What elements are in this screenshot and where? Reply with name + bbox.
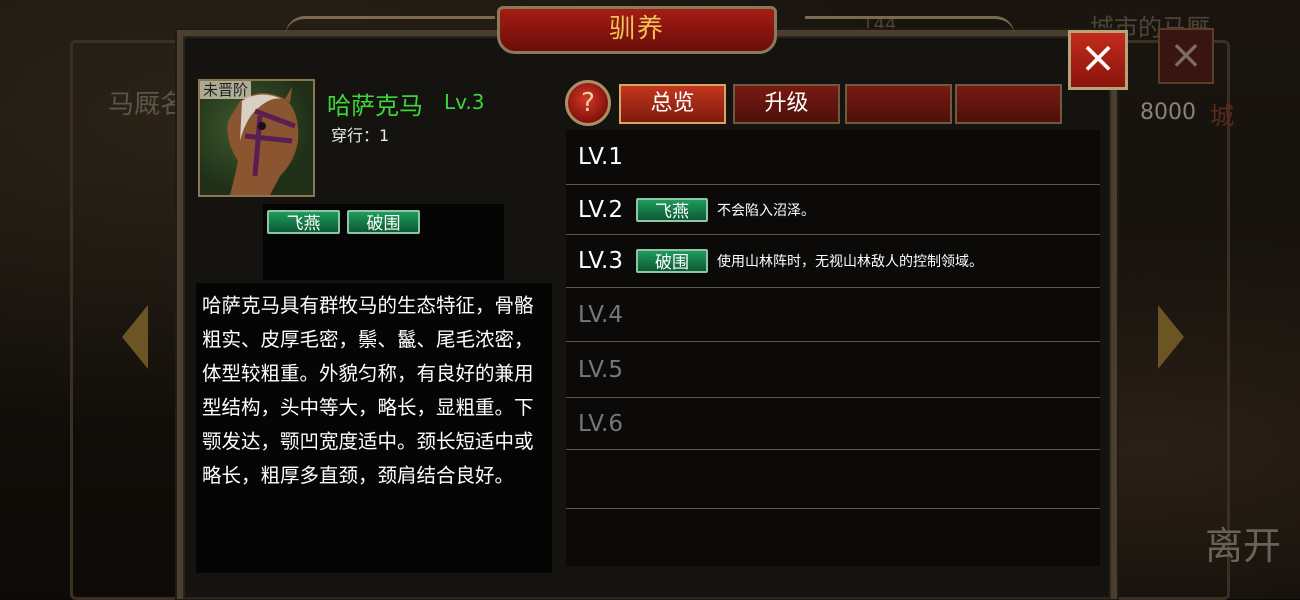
level-label: LV.3 (578, 248, 624, 274)
help-button[interactable]: ? (565, 80, 611, 126)
horse-level: Lv.3 (444, 90, 485, 114)
background-right-arrow-icon (1158, 305, 1184, 369)
level-row: LV.2 飞燕 不会陷入沼泽。 (566, 185, 1100, 235)
title-ornament-right (805, 16, 1015, 41)
level-label: LV.1 (578, 144, 624, 170)
horse-portrait: 未晋阶 (198, 79, 315, 197)
level-list: LV.1 LV.2 飞燕 不会陷入沼泽。 LV.3 破围 使用山林阵时，无视山林… (566, 130, 1100, 566)
stage-tag: 未晋阶 (200, 81, 252, 99)
level-label: LV.2 (578, 196, 624, 223)
skill-tag-feiyan[interactable]: 飞燕 (267, 210, 340, 234)
level-row: LV.5 (566, 342, 1100, 398)
level-skill-description: 不会陷入沼泽。 (717, 202, 815, 219)
level-row-empty (566, 450, 1100, 509)
level-label: LV.6 (578, 410, 624, 437)
skill-box: 飞燕 破围 (263, 204, 504, 280)
background-currency: 8000 (1140, 100, 1196, 125)
level-skill-tag[interactable]: 飞燕 (636, 197, 708, 222)
level-row-empty (566, 509, 1100, 566)
tab-empty-1[interactable] (845, 84, 952, 124)
rank-line: 穿行：1 (331, 122, 389, 146)
background-right-label: 城 (1210, 102, 1234, 130)
level-row: LV.1 (566, 130, 1100, 185)
background-left-arrow-icon (122, 305, 148, 369)
background-leave-button: 离开 (1205, 524, 1282, 568)
level-skill-description: 使用山林阵时，无视山林敌人的控制领域。 (717, 254, 983, 270)
level-row: LV.3 破围 使用山林阵时，无视山林敌人的控制领域。 (566, 235, 1100, 288)
skill-tag-powei[interactable]: 破围 (347, 210, 420, 234)
tab-upgrade[interactable]: 升级 (733, 84, 840, 124)
horse-name: 哈萨克马 (327, 92, 423, 120)
background-close-icon: × (1158, 28, 1214, 84)
horse-description: 哈萨克马具有群牧马的生态特征，骨骼粗实、皮厚毛密，鬃、鬣、尾毛浓密，体型较粗重。… (196, 283, 552, 573)
level-label: LV.5 (578, 356, 624, 383)
tab-empty-2[interactable] (955, 84, 1062, 124)
level-label: LV.4 (578, 301, 624, 328)
rank-value: 1 (379, 126, 390, 145)
close-button[interactable]: × (1068, 30, 1128, 90)
level-row: LV.6 (566, 398, 1100, 450)
level-skill-tag[interactable]: 破围 (636, 249, 708, 273)
dialog-title: 驯养 (497, 6, 777, 54)
background-left-title: 马厩名 (108, 90, 187, 120)
level-row: LV.4 (566, 288, 1100, 342)
title-ornament-left (285, 16, 495, 41)
rank-label: 穿行： (331, 126, 380, 145)
tab-overview[interactable]: 总览 (619, 84, 726, 124)
